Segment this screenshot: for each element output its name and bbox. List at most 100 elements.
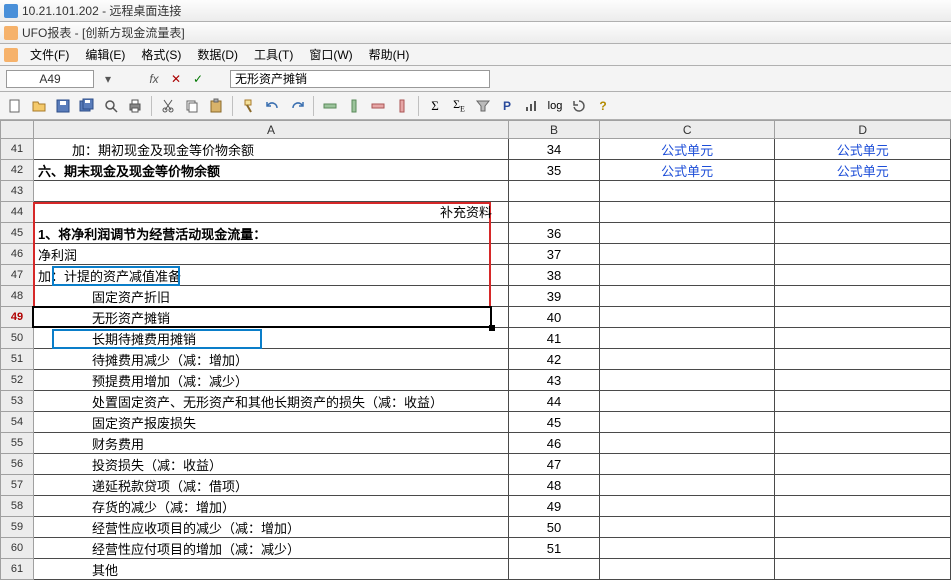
menu-help[interactable]: 帮助(H) <box>361 44 418 65</box>
save-button[interactable] <box>52 95 74 117</box>
cell-a[interactable]: 1、将净利润调节为经营活动现金流量： <box>34 223 509 244</box>
cell-d[interactable] <box>775 349 951 370</box>
cell-a[interactable]: 加：计提的资产减值准备 <box>34 265 509 286</box>
cell-b[interactable]: 45 <box>509 412 600 433</box>
cell-a[interactable]: 其他 <box>34 559 509 580</box>
col-header-A[interactable]: A <box>34 121 509 139</box>
row-header[interactable]: 61 <box>1 559 34 580</box>
cell-b[interactable]: 48 <box>509 475 600 496</box>
cell-a[interactable] <box>34 202 509 223</box>
delete-col-button[interactable] <box>391 95 413 117</box>
col-header-C[interactable]: C <box>599 121 775 139</box>
refresh-button[interactable] <box>568 95 590 117</box>
cell-a[interactable]: 固定资产折旧 <box>34 286 509 307</box>
cell-a[interactable]: 六、期末现金及现金等价物余额 <box>34 160 509 181</box>
cell-c[interactable] <box>599 496 775 517</box>
cell-d[interactable] <box>775 202 951 223</box>
formula-bar[interactable]: 无形资产摊销 <box>230 70 490 88</box>
row-header[interactable]: 45 <box>1 223 34 244</box>
paste-button[interactable] <box>205 95 227 117</box>
log-button[interactable]: log <box>544 95 566 117</box>
cell-c[interactable] <box>599 307 775 328</box>
col-header-D[interactable]: D <box>775 121 951 139</box>
sigma-e-button[interactable]: ΣE <box>448 95 470 117</box>
row-header[interactable]: 47 <box>1 265 34 286</box>
cell-d[interactable] <box>775 286 951 307</box>
cell-b[interactable]: 36 <box>509 223 600 244</box>
cell-d[interactable] <box>775 538 951 559</box>
cell-a[interactable]: 无形资产摊销 <box>34 307 509 328</box>
cell-b[interactable]: 40 <box>509 307 600 328</box>
cell-d[interactable] <box>775 328 951 349</box>
filter-button[interactable] <box>472 95 494 117</box>
save-all-button[interactable] <box>76 95 98 117</box>
cancel-icon[interactable]: ✕ <box>168 71 184 87</box>
cell-d[interactable] <box>775 223 951 244</box>
cell-b[interactable]: 49 <box>509 496 600 517</box>
row-header[interactable]: 59 <box>1 517 34 538</box>
cell-d[interactable] <box>775 370 951 391</box>
row-header[interactable]: 50 <box>1 328 34 349</box>
menu-file[interactable]: 文件(F) <box>22 44 77 65</box>
menu-tools[interactable]: 工具(T) <box>246 44 301 65</box>
fx-icon[interactable]: fx <box>146 71 162 87</box>
cut-button[interactable] <box>157 95 179 117</box>
accept-icon[interactable]: ✓ <box>190 71 206 87</box>
redo-button[interactable] <box>286 95 308 117</box>
cell-c[interactable] <box>599 391 775 412</box>
row-header[interactable]: 49 <box>1 307 34 328</box>
cell-c[interactable] <box>599 265 775 286</box>
cell-b[interactable]: 37 <box>509 244 600 265</box>
cell-c[interactable] <box>599 370 775 391</box>
cell-d[interactable] <box>775 391 951 412</box>
row-header[interactable]: 52 <box>1 370 34 391</box>
print-button[interactable] <box>124 95 146 117</box>
cell-b[interactable]: 46 <box>509 433 600 454</box>
cell-a[interactable]: 净利润 <box>34 244 509 265</box>
cell-b[interactable]: 41 <box>509 328 600 349</box>
row-header[interactable]: 54 <box>1 412 34 433</box>
cell-d[interactable] <box>775 181 951 202</box>
cell-b[interactable]: 35 <box>509 160 600 181</box>
cell-d[interactable] <box>775 412 951 433</box>
cell-d[interactable] <box>775 496 951 517</box>
cell-c[interactable] <box>599 349 775 370</box>
cell-b[interactable] <box>509 202 600 223</box>
cell-c[interactable] <box>599 328 775 349</box>
cell-a[interactable]: 存货的减少（减：增加） <box>34 496 509 517</box>
menu-window[interactable]: 窗口(W) <box>301 44 360 65</box>
help-button[interactable]: ? <box>592 95 614 117</box>
cell-d[interactable]: 公式单元 <box>775 139 951 160</box>
insert-row-button[interactable] <box>319 95 341 117</box>
cell-c[interactable] <box>599 202 775 223</box>
cell-a[interactable]: 处置固定资产、无形资产和其他长期资产的损失（减：收益） <box>34 391 509 412</box>
format-painter-button[interactable] <box>238 95 260 117</box>
cell-d[interactable] <box>775 454 951 475</box>
row-header[interactable]: 55 <box>1 433 34 454</box>
row-header[interactable]: 58 <box>1 496 34 517</box>
new-button[interactable] <box>4 95 26 117</box>
cell-d[interactable] <box>775 307 951 328</box>
cell-b[interactable]: 43 <box>509 370 600 391</box>
cell-a[interactable]: 长期待摊费用摊销 <box>34 328 509 349</box>
cell-name-box[interactable]: A49 <box>6 70 94 88</box>
cell-b[interactable]: 51 <box>509 538 600 559</box>
row-header[interactable]: 57 <box>1 475 34 496</box>
chart-button[interactable] <box>520 95 542 117</box>
cell-c[interactable] <box>599 433 775 454</box>
row-header[interactable]: 42 <box>1 160 34 181</box>
row-header[interactable]: 43 <box>1 181 34 202</box>
row-header[interactable]: 41 <box>1 139 34 160</box>
cell-a[interactable]: 经营性应付项目的增加（减：减少） <box>34 538 509 559</box>
col-header-B[interactable]: B <box>509 121 600 139</box>
cell-d[interactable] <box>775 265 951 286</box>
row-header[interactable]: 48 <box>1 286 34 307</box>
cell-a[interactable]: 财务费用 <box>34 433 509 454</box>
row-header[interactable]: 60 <box>1 538 34 559</box>
open-button[interactable] <box>28 95 50 117</box>
cell-d[interactable] <box>775 244 951 265</box>
insert-col-button[interactable] <box>343 95 365 117</box>
cell-b[interactable]: 47 <box>509 454 600 475</box>
cell-a[interactable]: 待摊费用减少（减：增加） <box>34 349 509 370</box>
menu-data[interactable]: 数据(D) <box>189 44 246 65</box>
